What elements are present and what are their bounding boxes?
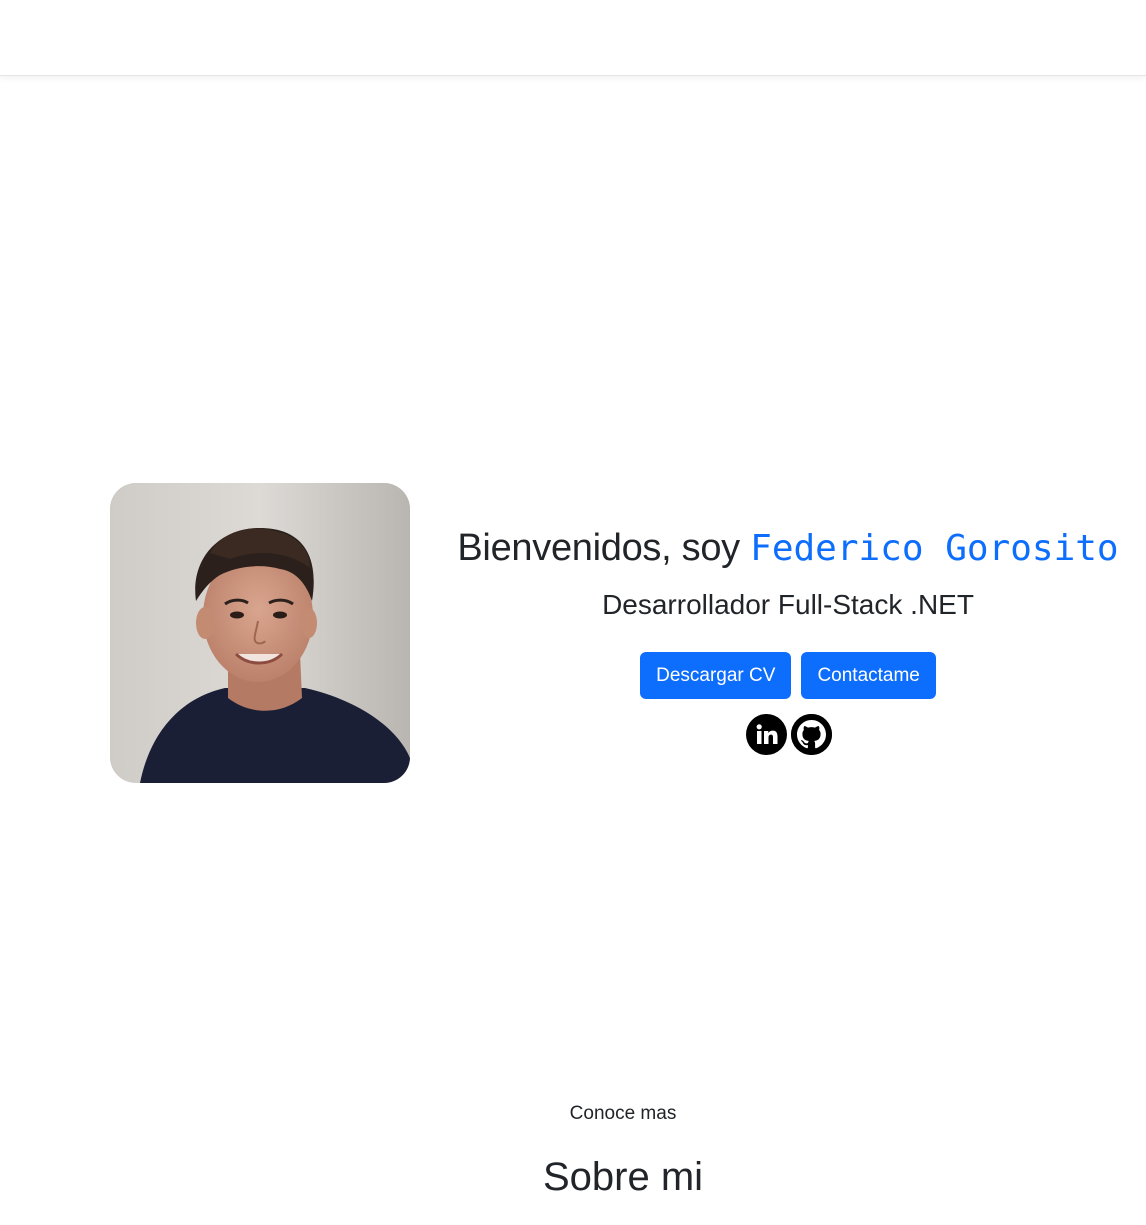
social-links [430,714,1146,755]
about-title: Sobre mi [542,1155,704,1199]
contact-button[interactable]: Contactame [801,652,936,699]
download-cv-button[interactable]: Descargar CV [640,652,792,699]
about-kicker: Conoce mas [569,1103,677,1124]
hero-actions: Descargar CV Contactame [430,652,1146,699]
profile-photo [110,483,410,783]
hero-role: Desarrollador Full-Stack .NET [602,589,974,620]
linkedin-link[interactable] [746,714,787,755]
hero-name: Federico Gorosito [750,528,1119,569]
linkedin-icon [756,723,777,744]
github-link[interactable] [791,714,832,755]
greeting-text: Bienvenidos, soy [457,527,751,569]
navbar [0,0,1146,76]
github-icon [791,714,832,755]
hero-section: Bienvenidos, soy Federico Gorosito Desar… [430,520,1146,755]
hero-headline: Bienvenidos, soy Federico Gorosito [430,520,1146,577]
